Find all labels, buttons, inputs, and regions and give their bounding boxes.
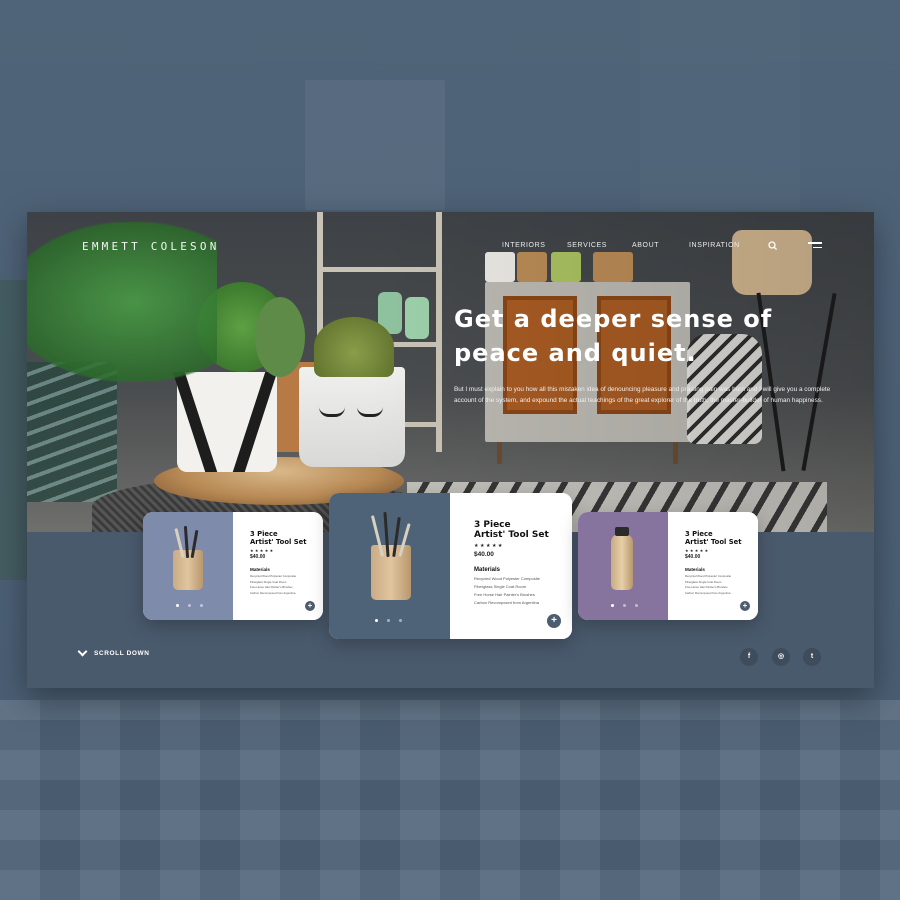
material-item: Free Horse Hair Painter's Brushes xyxy=(474,592,535,597)
product-info: 3 Piece Artist' Tool Set ★★★★★ $40.00 Ma… xyxy=(233,512,323,620)
rating-stars: ★★★★★ xyxy=(250,549,275,553)
product-price: $40.00 xyxy=(685,554,701,560)
chevron-down-icon xyxy=(77,646,88,657)
twitter-icon[interactable]: t xyxy=(803,648,821,666)
material-item: Carbon Recomposed from Argentina xyxy=(250,590,296,595)
search-icon[interactable] xyxy=(767,240,779,252)
product-title: 3 Piece xyxy=(474,520,511,530)
carousel-dots[interactable] xyxy=(375,619,402,622)
product-price: $40.00 xyxy=(474,551,494,558)
carousel-dots[interactable] xyxy=(611,604,638,607)
materials-heading: Materials xyxy=(685,567,705,572)
rating-stars: ★★★★★ xyxy=(685,549,710,553)
nav-item-services[interactable]: SERVICES xyxy=(567,242,607,249)
scroll-down-label: SCROLL DOWN xyxy=(94,650,150,657)
carousel-dots[interactable] xyxy=(176,604,203,607)
materials-heading: Materials xyxy=(474,567,501,573)
material-item: Carbon Recomposed from Argentina xyxy=(474,600,539,605)
hero-headline-line2: peace and quiet. xyxy=(454,339,697,367)
hero-body-text: But I must explain to you how all this m… xyxy=(454,386,831,404)
hero-headline-line1: Get a deeper sense of xyxy=(454,305,773,333)
hero-image: EMMETT COLESON INTERIORS SERVICES ABOUT … xyxy=(27,212,874,532)
product-image xyxy=(578,512,668,620)
product-info: 3 Piece Artist' Tool Set ★★★★★ $40.00 Ma… xyxy=(450,493,572,639)
material-item: Fiberglass Single Coat Room xyxy=(474,584,527,589)
facebook-icon[interactable]: f xyxy=(740,648,758,666)
product-price: $40.00 xyxy=(250,554,266,560)
scroll-down-link[interactable]: SCROLL DOWN xyxy=(77,646,150,657)
nav-item-interiors[interactable]: INTERIORS xyxy=(502,242,546,249)
product-title: Artist' Tool Set xyxy=(685,537,742,546)
product-image xyxy=(329,493,450,639)
material-item: Recycled Wood Polyester Composite xyxy=(474,576,540,581)
menu-icon[interactable] xyxy=(808,242,822,250)
nav-item-inspiration[interactable]: INSPIRATION xyxy=(689,242,740,249)
material-item: Recycled Wood Polyester Composite xyxy=(250,574,297,578)
product-card-right[interactable]: 3 Piece Artist' Tool Set ★★★★★ $40.00 Ma… xyxy=(578,512,758,620)
add-button[interactable]: + xyxy=(305,601,315,611)
add-button[interactable]: + xyxy=(740,601,750,611)
product-image xyxy=(143,512,233,620)
material-item: Fiberglass Single Coat Room xyxy=(685,579,722,584)
material-item: Recycled Wood Polyester Composite xyxy=(685,574,732,578)
material-item: Carbon Recomposed from Argentina xyxy=(685,590,731,595)
product-card-left[interactable]: 3 Piece Artist' Tool Set ★★★★★ $40.00 Ma… xyxy=(143,512,323,620)
brand-logo[interactable]: EMMETT COLESON xyxy=(82,240,220,253)
instagram-icon[interactable]: ◎ xyxy=(772,648,790,666)
rating-stars: ★★★★★ xyxy=(474,543,504,549)
product-card-center[interactable]: 3 Piece Artist' Tool Set ★★★★★ $40.00 Ma… xyxy=(329,493,572,639)
material-item: Free Horse Hair Painter's Brushes xyxy=(250,585,293,589)
materials-heading: Materials xyxy=(250,567,270,572)
hero-headline: Get a deeper sense of peace and quiet. xyxy=(454,302,814,370)
material-item: Fiberglass Single Coat Room xyxy=(250,579,287,584)
add-button[interactable]: + xyxy=(547,614,561,628)
nav-item-about[interactable]: ABOUT xyxy=(632,242,659,249)
product-title: Artist' Tool Set xyxy=(474,530,549,540)
material-item: Free Horse Hair Painter's Brushes xyxy=(685,585,728,589)
product-info: 3 Piece Artist' Tool Set ★★★★★ $40.00 Ma… xyxy=(668,512,758,620)
website-mockup: EMMETT COLESON INTERIORS SERVICES ABOUT … xyxy=(27,212,874,688)
product-title: Artist' Tool Set xyxy=(250,537,307,546)
